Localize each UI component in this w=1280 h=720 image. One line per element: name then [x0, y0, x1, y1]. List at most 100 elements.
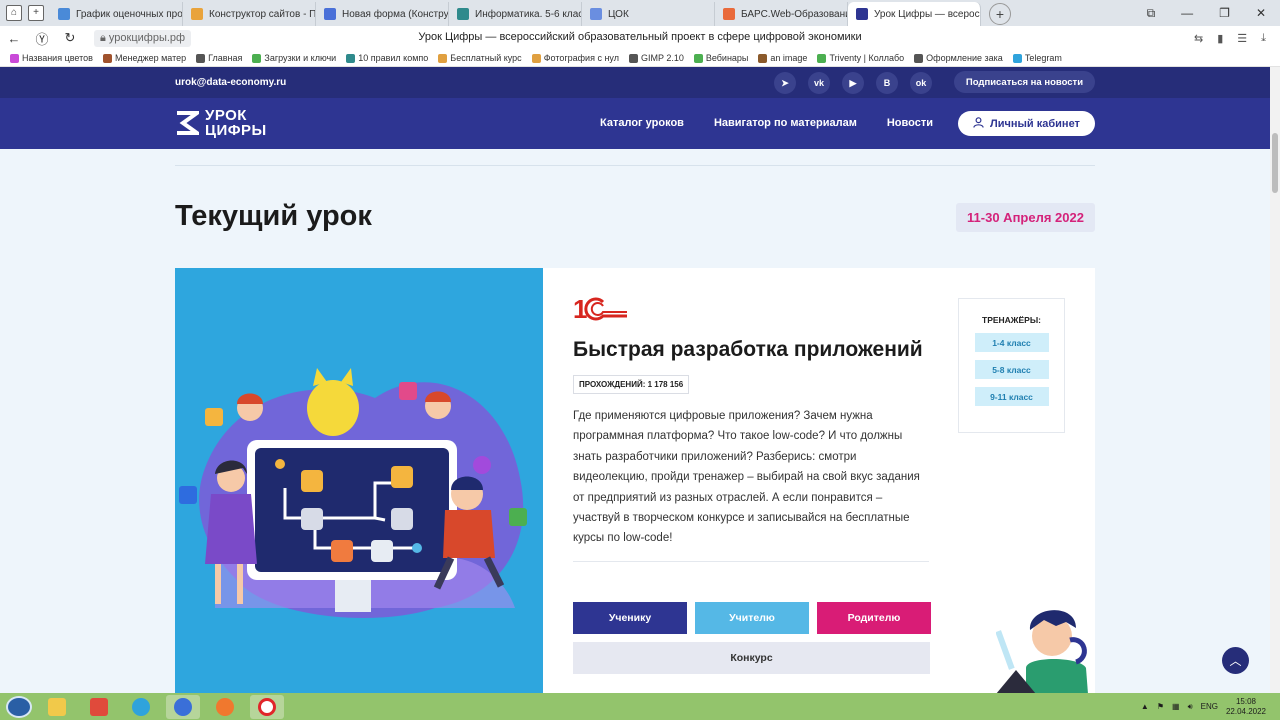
nav-item[interactable]: Навигатор по материалам — [714, 117, 857, 129]
tab-favicon-icon — [723, 8, 735, 20]
start-button[interactable] — [6, 695, 32, 718]
reading-list-icon[interactable]: ☰ — [1237, 32, 1247, 45]
lesson-illustration — [175, 268, 543, 700]
bookmark-label: an image — [770, 53, 808, 63]
file-explorer-icon[interactable] — [40, 695, 74, 719]
window-controls: ⧉ — ❐ ✕ — [1147, 0, 1280, 26]
new-window-icon[interactable]: + — [28, 5, 44, 21]
nav-item[interactable]: Новости — [887, 117, 933, 129]
bookmark-item[interactable]: Telegram — [1012, 53, 1062, 63]
tabs-overview-icon[interactable]: ⧉ — [1147, 6, 1156, 21]
flag-icon[interactable]: ⚑ — [1157, 702, 1164, 711]
browser-tab[interactable]: Урок Цифры — всеросс✕ — [848, 2, 981, 26]
volume-icon[interactable]: 🔊︎ — [1188, 702, 1193, 712]
lock-icon: 🔒︎ — [100, 31, 109, 44]
subscribe-button[interactable]: Подписаться на новости — [954, 71, 1095, 93]
bookmark-item[interactable]: Оформление зака — [914, 53, 1003, 63]
bookmark-item[interactable]: Менеджер матер — [102, 53, 186, 63]
lesson-card: 1 Быстрая разработка приложений ПРОХОЖДЕ… — [175, 268, 1095, 700]
bookmark-item[interactable]: Загрузки и ключи — [252, 53, 336, 63]
parent-button[interactable]: Родителю — [817, 602, 931, 634]
clock-time: 15:08 — [1235, 696, 1256, 706]
scroll-to-top-button[interactable]: ︿ — [1222, 647, 1249, 674]
scrollbar-thumb[interactable] — [1272, 133, 1278, 193]
bookmark-label: Вебинары — [705, 53, 749, 63]
tray-arrow-icon[interactable]: ▲ — [1141, 702, 1149, 711]
bookmark-item[interactable]: an image — [758, 53, 807, 63]
bookmark-favicon-icon — [252, 53, 262, 63]
back-icon[interactable]: ← — [0, 31, 28, 46]
odnoklassniki-icon[interactable]: ok — [910, 72, 932, 94]
bookmark-item[interactable]: Вебинары — [693, 53, 749, 63]
trainer-grade-button[interactable]: 9-11 класс — [974, 387, 1049, 406]
bookmark-item[interactable]: 10 правил компо — [346, 53, 428, 63]
tab-list: График оценочных проце Конструктор сайтов… — [50, 0, 981, 26]
browser-tab[interactable]: Информатика. 5-6 класс: — [449, 2, 582, 26]
close-icon[interactable]: ✕ — [1256, 6, 1266, 20]
teacher-button[interactable]: Учителю — [695, 602, 809, 634]
clock[interactable]: 15:08 22.04.2022 — [1226, 697, 1266, 717]
language-indicator[interactable]: ENG — [1201, 702, 1218, 711]
tab-label: Урок Цифры — всеросс — [874, 8, 981, 20]
b-network-icon[interactable]: B — [876, 72, 898, 94]
lesson-title[interactable]: Быстрая разработка приложений — [573, 337, 931, 363]
vk-icon[interactable]: vk — [808, 72, 830, 94]
download-icon[interactable]: ⤓ — [1261, 32, 1266, 45]
yandex-browser-icon[interactable] — [250, 694, 284, 719]
new-tab-button[interactable]: + — [989, 3, 1011, 25]
translate-icon[interactable]: ⇆ — [1194, 32, 1203, 45]
bookmark-item[interactable]: Бесплатный курс — [438, 53, 522, 63]
tab-favicon-icon — [324, 8, 336, 20]
bookmark-item[interactable]: Фотография с нул — [531, 53, 619, 63]
telegram-icon[interactable]: ➤ — [774, 72, 796, 94]
bookmark-label: Фотография с нул — [543, 53, 619, 63]
messenger-icon[interactable] — [166, 694, 200, 719]
telegram-icon[interactable] — [124, 695, 158, 719]
network-icon[interactable]: ▦ — [1172, 702, 1180, 711]
contact-email[interactable]: urok@data-economy.ru — [175, 77, 286, 88]
section-title: Текущий урок — [175, 200, 372, 232]
bookmark-label: Главная — [208, 53, 243, 63]
section-divider — [175, 165, 1095, 166]
bookmark-item[interactable]: Главная — [196, 53, 242, 63]
contest-button[interactable]: Конкурс — [573, 642, 930, 674]
personal-cabinet-button[interactable]: Личный кабинет — [958, 111, 1095, 136]
yandex-icon[interactable]: Ⓨ — [28, 29, 56, 48]
browser-tab[interactable]: Новая форма (Конструкто — [316, 2, 449, 26]
url-field[interactable]: 🔒︎ урокцифры.рф — [94, 29, 192, 47]
browser-tab[interactable]: БАРС.Web-Образование — [715, 2, 848, 26]
bookmark-favicon-icon — [196, 53, 206, 63]
browser-tab[interactable]: Конструктор сайтов - Пан — [183, 2, 316, 26]
youtube-icon[interactable]: ▶ — [842, 72, 864, 94]
nav-item[interactable]: Каталог уроков — [600, 117, 684, 129]
student-button[interactable]: Ученику — [573, 602, 687, 634]
page-scrollbar[interactable] — [1270, 67, 1280, 693]
bookmark-item[interactable]: GIMP 2.10 — [629, 53, 684, 63]
system-tray: ▲ ⚑ ▦ 🔊︎ ENG 15:08 22.04.2022 — [1141, 697, 1280, 717]
address-bar-actions: ⇆ ▮ ☰ ⤓ — [1194, 32, 1280, 45]
firefox-icon[interactable] — [208, 695, 242, 719]
bookmark-item[interactable]: Названия цветов — [10, 53, 93, 63]
bookmark-favicon-icon — [629, 53, 638, 63]
browser-tab[interactable]: ЦОК — [582, 2, 715, 26]
reload-icon[interactable]: ↻ — [56, 30, 84, 46]
clock-date: 22.04.2022 — [1225, 706, 1266, 716]
url-text: урокцифры.рф — [108, 31, 186, 44]
media-app-icon[interactable] — [82, 695, 116, 719]
restore-icon[interactable]: ❐ — [1219, 6, 1230, 20]
bookmark-icon[interactable]: ▮ — [1217, 32, 1223, 45]
tab-favicon-icon — [191, 8, 203, 20]
tab-label: График оценочных проце — [76, 8, 183, 20]
home-icon[interactable]: ⌂ — [6, 5, 22, 21]
bookmark-favicon-icon — [1012, 53, 1022, 63]
trainer-grade-button[interactable]: 5-8 класс — [974, 360, 1049, 379]
bookmark-item[interactable]: Triventy | Коллабо — [817, 53, 904, 63]
browser-tab[interactable]: График оценочных проце — [50, 2, 183, 26]
bookmark-label: Telegram — [1024, 53, 1062, 63]
social-links: ➤ vk ▶ Bok — [774, 72, 932, 94]
page-title: Урок Цифры — всероссийский образовательн… — [418, 31, 862, 43]
minimize-icon[interactable]: — — [1181, 6, 1193, 20]
site-logo[interactable]: УРОК ЦИФРЫ — [175, 108, 267, 138]
logo-line-2: ЦИФРЫ — [205, 122, 267, 139]
trainer-grade-button[interactable]: 1-4 класс — [974, 333, 1049, 352]
